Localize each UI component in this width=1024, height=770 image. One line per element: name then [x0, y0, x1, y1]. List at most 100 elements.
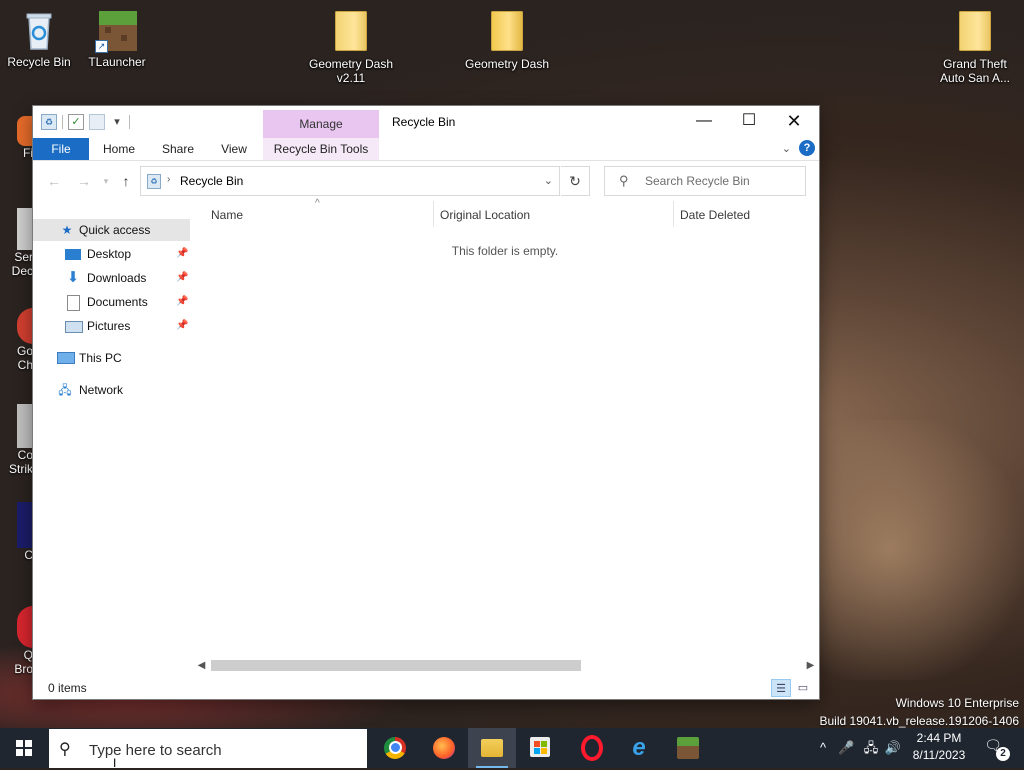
desktop-icon-partial-firefox[interactable]: Fi — [0, 116, 33, 160]
desktop-icon-gta-san-andreas[interactable]: Grand Theft Auto San A... — [932, 9, 1018, 85]
desktop-icon-recycle-bin[interactable]: Recycle Bin — [0, 9, 82, 69]
tab-file[interactable]: File — [33, 138, 89, 160]
expand-ribbon-chevron-icon[interactable]: ⌄ — [782, 142, 791, 155]
volume-icon[interactable]: 🔊 — [884, 728, 902, 768]
star-icon: ★ — [61, 223, 73, 237]
desktop-icon-geometry-dash-v211[interactable]: Geometry Dash v2.11 — [308, 9, 394, 85]
windows-watermark: Windows 10 Enterprise Build 19041.vb_rel… — [820, 694, 1020, 730]
pin-icon[interactable]: 📌 — [176, 243, 188, 265]
sidebar-item-label: Network — [79, 383, 124, 397]
desktop-icon-geometry-dash[interactable]: Geometry Dash — [464, 9, 550, 71]
tab-manage[interactable]: Manage — [263, 110, 379, 139]
pin-icon[interactable]: 📌 — [176, 291, 188, 313]
refresh-button[interactable]: ↻ — [561, 166, 590, 196]
column-header-name[interactable]: Name — [211, 208, 243, 222]
file-list[interactable]: ^ Name Original Location Date Deleted Th… — [191, 198, 819, 671]
minecraft-icon — [677, 737, 699, 759]
scrollbar-thumb[interactable] — [211, 660, 581, 671]
help-icon[interactable]: ? — [799, 140, 815, 156]
sidebar-item-downloads[interactable]: ⬇ Downloads 📌 — [33, 267, 190, 289]
taskbar-app-microsoft-store[interactable] — [517, 728, 565, 768]
sort-ascending-icon: ^ — [315, 198, 320, 209]
shortcut-arrow-icon: ↗ — [95, 40, 108, 53]
large-icons-view-button[interactable]: ▭ — [793, 679, 813, 697]
file-explorer-window[interactable]: ♻ ✓ ▾ Manage Recycle Bin — ☐ ✕ File Home… — [33, 106, 819, 699]
taskbar-app-opera[interactable] — [566, 728, 614, 768]
taskbar-search-box[interactable]: ⚲ — [49, 729, 367, 768]
taskbar-app-firefox[interactable] — [420, 728, 468, 768]
tab-recycle-bin-tools[interactable]: Recycle Bin Tools — [263, 138, 379, 160]
app-icon — [17, 502, 33, 548]
taskbar-app-minecraft[interactable] — [664, 728, 712, 768]
title-bar[interactable]: ♻ ✓ ▾ Manage Recycle Bin — ☐ ✕ — [33, 106, 819, 139]
desktop-icon-label: Go — [16, 344, 33, 358]
pin-icon[interactable]: 📌 — [176, 267, 188, 289]
minimize-button[interactable]: — — [681, 106, 727, 136]
desktop-icon-partial-server[interactable]: Ser Dec — [0, 208, 33, 278]
column-header-date-deleted[interactable]: Date Deleted — [680, 208, 750, 222]
up-arrow-icon[interactable]: ↑ — [117, 173, 135, 189]
chevron-down-icon[interactable]: ⌄ — [544, 174, 553, 187]
desktop-icon-label: Geometry Dash v2.11 — [308, 57, 394, 85]
scroll-left-arrow-icon[interactable]: ◀ — [193, 658, 210, 673]
taskbar-search-input[interactable] — [87, 739, 351, 761]
pin-icon[interactable]: 📌 — [176, 315, 188, 337]
desktop-icon-partial-opera[interactable]: Q Bro — [0, 606, 33, 676]
computer-icon — [57, 352, 75, 364]
app-icon — [17, 208, 33, 250]
system-clock[interactable]: 2:44 PM 8/11/2023 — [905, 730, 973, 764]
properties-icon[interactable]: ✓ — [68, 114, 84, 130]
column-header-original-location[interactable]: Original Location — [440, 208, 530, 222]
sidebar-item-desktop[interactable]: Desktop 📌 — [33, 243, 190, 265]
column-divider[interactable] — [433, 201, 434, 227]
tab-view[interactable]: View — [213, 138, 255, 160]
details-view-button[interactable]: ☰ — [771, 679, 791, 697]
desktop-icon-label: Strik — [9, 462, 33, 476]
search-box[interactable]: ⚲ — [604, 166, 806, 196]
sidebar-item-quick-access[interactable]: ★ Quick access — [33, 219, 190, 241]
close-button[interactable]: ✕ — [771, 106, 817, 136]
forward-arrow-icon[interactable]: → — [75, 173, 93, 189]
back-arrow-icon[interactable]: ← — [45, 173, 63, 189]
folder-icon — [487, 11, 527, 55]
sidebar-item-documents[interactable]: Documents 📌 — [33, 291, 190, 313]
horizontal-scrollbar[interactable]: ◀ ▶ — [193, 657, 819, 674]
sidebar-item-pictures[interactable]: Pictures 📌 — [33, 315, 190, 337]
chevron-down-icon[interactable]: ▾ — [110, 115, 124, 129]
start-button[interactable] — [0, 728, 48, 768]
microphone-icon[interactable]: 🎤 — [838, 728, 854, 768]
desktop-icon-label: Bro — [14, 662, 33, 676]
search-icon: ⚲ — [619, 173, 629, 188]
desktop-icon-tlauncher[interactable]: ↗ TLauncher — [74, 9, 160, 69]
column-divider[interactable] — [673, 201, 674, 227]
network-status-icon[interactable]: 🖧 — [862, 728, 880, 768]
taskbar-app-chrome[interactable] — [371, 728, 419, 768]
address-bar[interactable]: ♻ › Recycle Bin ⌄ — [140, 166, 560, 196]
chrome-icon — [17, 308, 33, 344]
new-folder-icon[interactable] — [89, 114, 105, 130]
maximize-button[interactable]: ☐ — [726, 106, 772, 136]
desktop-icon-partial-unknown[interactable]: C — [0, 502, 33, 562]
tab-share[interactable]: Share — [155, 138, 201, 160]
action-center-button[interactable]: 🗨 2 — [982, 737, 1010, 761]
tab-home[interactable]: Home — [97, 138, 141, 160]
recent-locations-chevron-icon[interactable]: ▾ — [97, 173, 115, 189]
desktop-folder-icon — [65, 249, 81, 260]
taskbar-app-file-explorer[interactable] — [468, 728, 516, 768]
notification-count-badge: 2 — [996, 747, 1010, 761]
clock-date: 8/11/2023 — [912, 748, 966, 762]
opera-icon — [581, 735, 603, 761]
scroll-right-arrow-icon[interactable]: ▶ — [802, 658, 819, 673]
desktop-icon-partial-chrome[interactable]: Go Ch — [0, 308, 33, 372]
chevron-right-icon[interactable]: › — [167, 174, 170, 185]
show-hidden-icons-chevron-icon[interactable]: ^ — [814, 728, 832, 768]
sidebar-item-this-pc[interactable]: This PC — [33, 347, 190, 369]
desktop-icon-partial-counter-strike[interactable]: Co Strik — [0, 404, 33, 476]
search-input[interactable] — [643, 171, 802, 191]
sidebar-item-network[interactable]: 🖧 Network — [33, 379, 190, 401]
taskbar-app-internet-explorer[interactable]: e — [615, 728, 663, 768]
ribbon-tabs: File Home Share View Recycle Bin Tools ⌄… — [33, 138, 819, 161]
firefox-icon — [433, 737, 455, 759]
address-path[interactable]: Recycle Bin — [180, 174, 243, 188]
recycle-bin-small-icon: ♻ — [41, 114, 57, 130]
